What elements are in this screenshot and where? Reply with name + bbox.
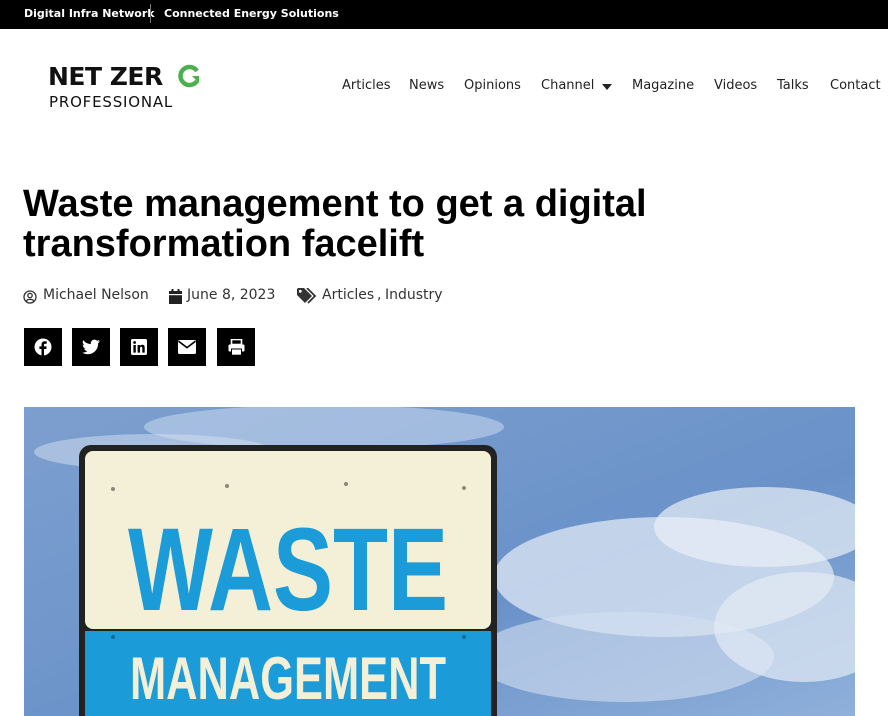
- nav-item-videos[interactable]: Videos: [714, 78, 757, 93]
- topbar-link-connected-energy-solutions[interactable]: Connected Energy Solutions: [164, 0, 339, 29]
- article-date: June 8, 2023: [187, 287, 276, 303]
- main-navigation: Articles News Opinions Channel Magazine …: [0, 78, 888, 96]
- sign-text-management: MANAGEMENT: [130, 645, 446, 712]
- calendar-icon: [169, 289, 182, 304]
- waste-management-sign-image: WASTE MANAGEMENT: [24, 407, 855, 716]
- tags-icon: [297, 288, 317, 304]
- nav-item-news[interactable]: News: [409, 78, 444, 93]
- article-author[interactable]: Michael Nelson: [43, 287, 149, 303]
- share-email-button[interactable]: [168, 328, 206, 366]
- topbar-link-digital-infra-network[interactable]: Digital Infra Network: [24, 0, 155, 29]
- share-twitter-button[interactable]: [72, 328, 110, 366]
- nav-item-articles[interactable]: Articles: [342, 78, 390, 93]
- nav-item-talks[interactable]: Talks: [777, 78, 809, 93]
- share-facebook-button[interactable]: [24, 328, 62, 366]
- twitter-icon: [82, 339, 100, 355]
- category-link-industry[interactable]: Industry: [385, 287, 443, 303]
- author-icon: [23, 290, 37, 304]
- share-print-button[interactable]: [217, 328, 255, 366]
- nav-item-opinions[interactable]: Opinions: [464, 78, 521, 93]
- chevron-down-icon[interactable]: [602, 84, 612, 90]
- category-link-articles[interactable]: Articles: [322, 287, 374, 303]
- article-meta: Michael Nelson June 8, 2023 Articles , I…: [0, 287, 888, 307]
- share-linkedin-button[interactable]: [120, 328, 158, 366]
- nav-item-contact[interactable]: Contact: [830, 78, 881, 93]
- linkedin-icon: [131, 339, 147, 355]
- print-icon: [228, 338, 244, 356]
- top-bar: Digital Infra Network Connected Energy S…: [0, 0, 888, 29]
- nav-item-channel[interactable]: Channel: [541, 78, 594, 93]
- facebook-icon: [34, 338, 52, 356]
- email-icon: [178, 340, 196, 354]
- featured-image: WASTE MANAGEMENT: [24, 407, 855, 716]
- nav-item-magazine[interactable]: Magazine: [632, 78, 694, 93]
- sign-text-waste: WASTE: [128, 504, 448, 636]
- category-separator: ,: [377, 287, 382, 303]
- topbar-divider: [150, 4, 151, 23]
- article-title: Waste management to get a digital transf…: [23, 183, 647, 265]
